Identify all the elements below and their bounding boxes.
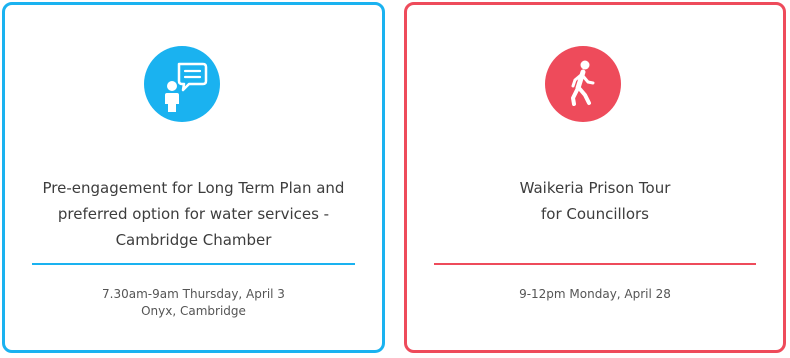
event-details: 7.30am-9am Thursday, April 3 Onyx, Cambr…	[25, 286, 362, 320]
person-speech-bubble-icon	[144, 46, 220, 122]
event-title-line: for Councillors	[541, 205, 649, 223]
event-card-long-term-plan[interactable]: Pre-engagement for Long Term Plan and pr…	[2, 2, 385, 353]
event-time: 7.30am-9am Thursday, April 3	[102, 287, 285, 301]
event-details: 9-12pm Monday, April 28	[427, 286, 763, 303]
card-divider	[434, 263, 756, 265]
card-divider	[32, 263, 355, 265]
walking-person-icon	[545, 46, 621, 122]
event-title-line: Cambridge Chamber	[115, 231, 272, 249]
event-title-line: Pre-engagement for Long Term Plan and	[42, 179, 345, 197]
event-title: Waikeria Prison Tour for Councillors	[427, 175, 763, 227]
event-location: Onyx, Cambridge	[141, 304, 246, 318]
event-title-line: Waikeria Prison Tour	[519, 179, 671, 197]
event-title: Pre-engagement for Long Term Plan and pr…	[25, 175, 362, 253]
event-card-prison-tour[interactable]: Waikeria Prison Tour for Councillors 9-1…	[404, 2, 786, 353]
event-time: 9-12pm Monday, April 28	[519, 287, 671, 301]
event-title-line: preferred option for water services -	[57, 205, 330, 223]
